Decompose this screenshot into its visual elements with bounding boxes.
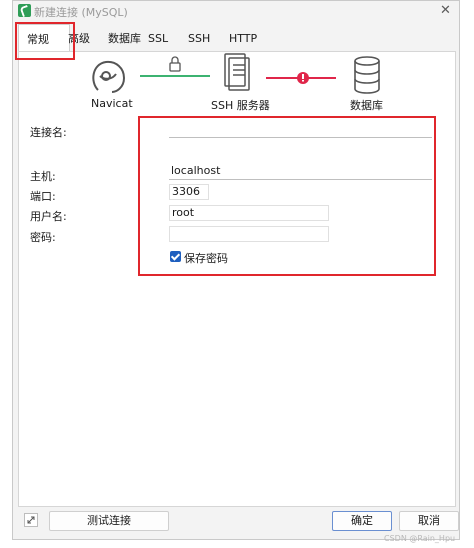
close-icon[interactable]: ✕ <box>440 3 451 18</box>
navicat-logo-icon <box>92 60 126 93</box>
ok-button[interactable]: 确定 <box>332 511 392 531</box>
tab-http[interactable]: HTTP <box>227 30 259 48</box>
tab-ssl[interactable]: SSL <box>146 30 170 48</box>
navicat-app-icon <box>18 4 31 17</box>
port-label: 端口: <box>30 190 56 203</box>
annotation-box-form <box>138 116 436 276</box>
password-label: 密码: <box>30 231 56 244</box>
username-label: 用户名: <box>30 210 67 223</box>
tab-databases[interactable]: 数据库 <box>106 30 143 48</box>
ssh-server-label: SSH 服务器 <box>211 99 270 112</box>
test-connection-button[interactable]: 测试连接 <box>49 511 169 531</box>
connection-name-label: 连接名: <box>30 126 67 139</box>
tab-ssh[interactable]: SSH <box>186 30 212 48</box>
lock-icon <box>169 56 181 72</box>
cancel-button[interactable]: 取消 <box>399 511 459 531</box>
database-icon <box>354 56 380 94</box>
window-title: 新建连接 (MySQL) <box>34 6 128 19</box>
watermark: CSDN @Rain_Hpu <box>384 534 456 543</box>
navicat-label: Navicat <box>91 97 133 110</box>
annotation-box-general-tab <box>15 22 75 60</box>
server-icon <box>224 53 250 91</box>
expand-icon[interactable] <box>24 513 38 527</box>
database-label: 数据库 <box>350 99 383 112</box>
host-label: 主机: <box>30 170 56 183</box>
